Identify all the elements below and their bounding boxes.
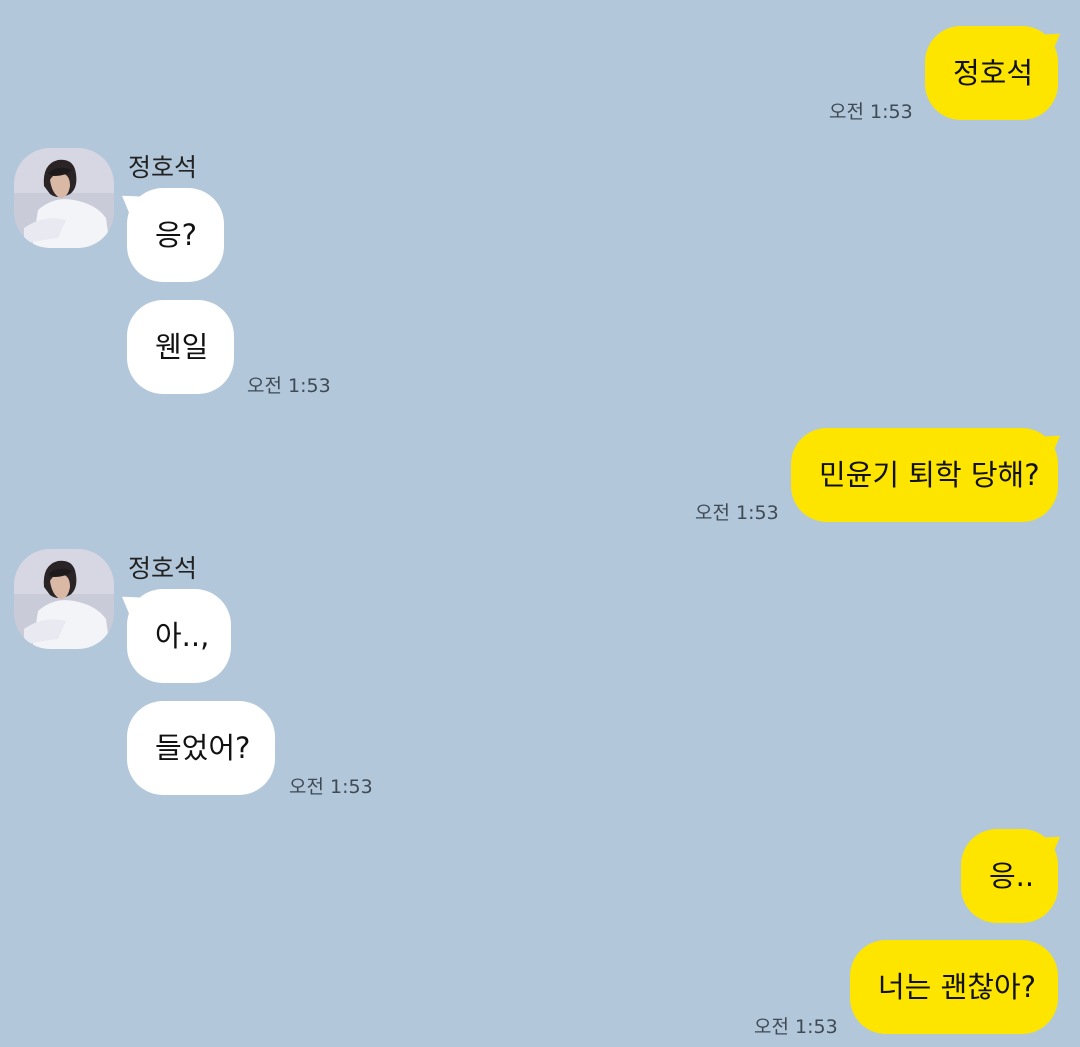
friend-message-bubble[interactable]: 웬일: [127, 300, 234, 394]
my-message-bubble[interactable]: 민윤기 퇴학 당해?: [791, 428, 1058, 522]
friend-message-bubble[interactable]: 들었어?: [127, 701, 275, 795]
my-message-bubble[interactable]: 응..: [961, 829, 1058, 923]
profile-photo-icon: [14, 549, 114, 649]
friend-avatar[interactable]: [14, 148, 114, 248]
friend-message-bubble[interactable]: 응?: [127, 188, 224, 282]
message-time: 오전 1:53: [754, 1016, 838, 1038]
chat-area: 정호석 오전 1:53 정호석 응? 웬일 오전 1:53 민윤기 퇴학 당해?…: [0, 0, 1080, 1047]
friend-message-bubble[interactable]: 아..,: [127, 589, 231, 683]
friend-avatar[interactable]: [14, 549, 114, 649]
profile-photo-icon: [14, 148, 114, 248]
message-time: 오전 1:53: [695, 502, 779, 524]
message-time: 오전 1:53: [247, 375, 331, 397]
my-message-bubble[interactable]: 너는 괜찮아?: [850, 940, 1058, 1034]
my-message-bubble[interactable]: 정호석: [925, 26, 1058, 120]
message-time: 오전 1:53: [289, 776, 373, 798]
message-time: 오전 1:53: [829, 101, 913, 123]
sender-name: 정호석: [128, 554, 198, 583]
sender-name: 정호석: [128, 153, 198, 182]
